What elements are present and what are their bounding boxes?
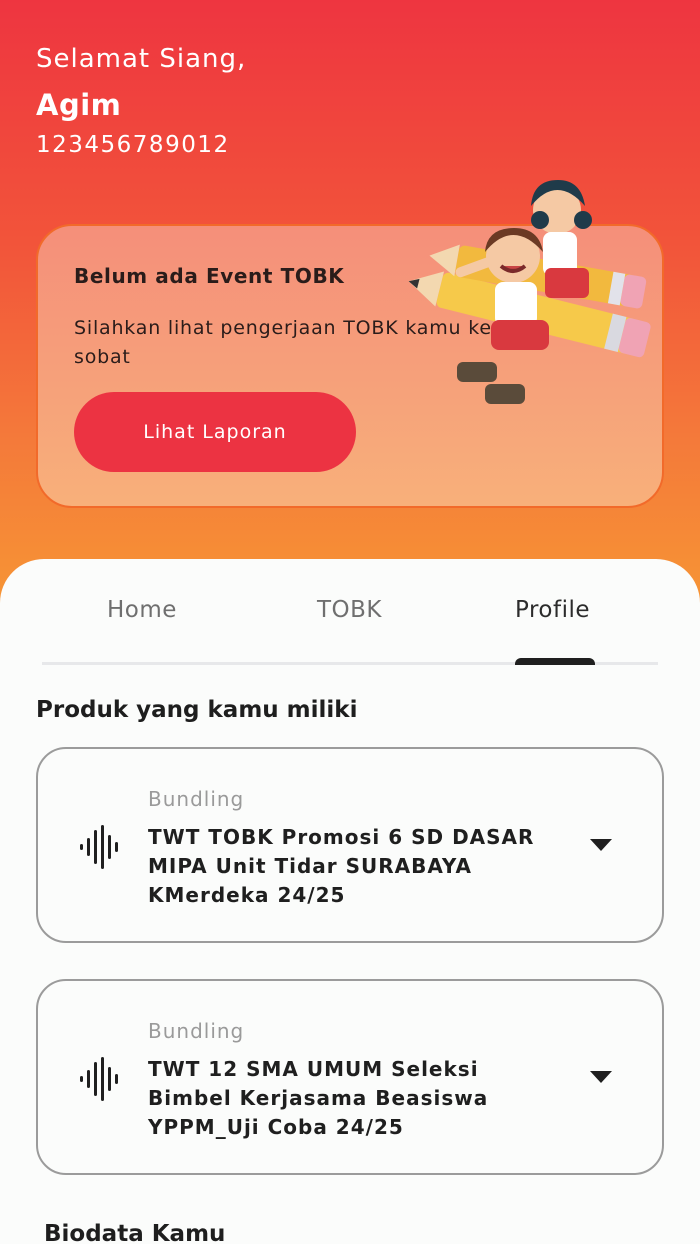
product-type: Bundling [148, 1019, 245, 1043]
view-report-button[interactable]: Lihat Laporan [74, 392, 356, 472]
product-name: TWT TOBK Promosi 6 SD DASAR MIPA Unit Ti… [148, 825, 535, 907]
product-name: TWT 12 SMA UMUM Seleksi Bimbel Kerjasama… [148, 1057, 489, 1139]
tab-bar: Home TOBK Profile [42, 589, 658, 665]
greeting-text: Selamat Siang, [36, 44, 247, 74]
event-title: Belum ada Event TOBK [74, 264, 345, 288]
user-name: Agim [36, 88, 122, 122]
tab-tobk[interactable]: TOBK [317, 597, 382, 623]
user-id: 123456789012 [36, 132, 230, 158]
products-section-title: Produk yang kamu miliki [36, 697, 358, 723]
audio-wave-icon [80, 1057, 118, 1101]
greeting-block: Selamat Siang, Agim 123456789012 [36, 44, 246, 158]
biodata-section-title: Biodata Kamu [44, 1221, 226, 1244]
students-on-pencil-illustration [408, 180, 651, 404]
chevron-down-icon[interactable] [590, 839, 612, 851]
product-card[interactable]: Bundling TWT TOBK Promosi 6 SD DASAR MIP… [36, 747, 664, 943]
product-card[interactable]: Bundling TWT 12 SMA UMUM Seleksi Bimbel … [36, 979, 664, 1175]
bottom-sheet: Home TOBK Profile Produk yang kamu milik… [0, 559, 700, 1244]
tab-home[interactable]: Home [107, 597, 177, 623]
active-tab-indicator [515, 658, 595, 665]
audio-wave-icon [80, 825, 118, 869]
tab-profile[interactable]: Profile [515, 597, 590, 623]
product-type: Bundling [148, 787, 245, 811]
chevron-down-icon[interactable] [590, 1071, 612, 1083]
